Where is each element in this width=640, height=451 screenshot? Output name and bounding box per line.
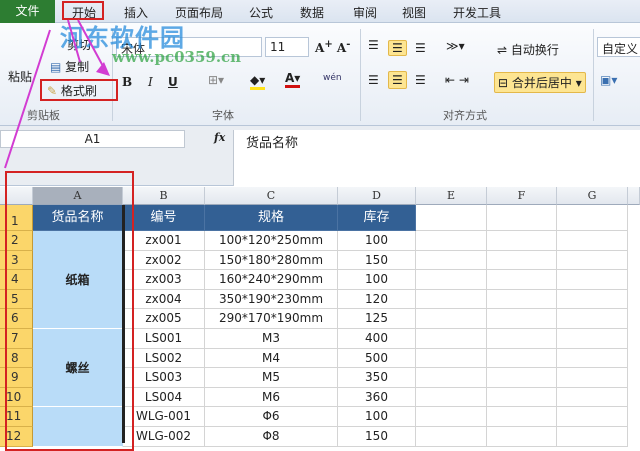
annotation-arrows: [4, 19, 110, 169]
